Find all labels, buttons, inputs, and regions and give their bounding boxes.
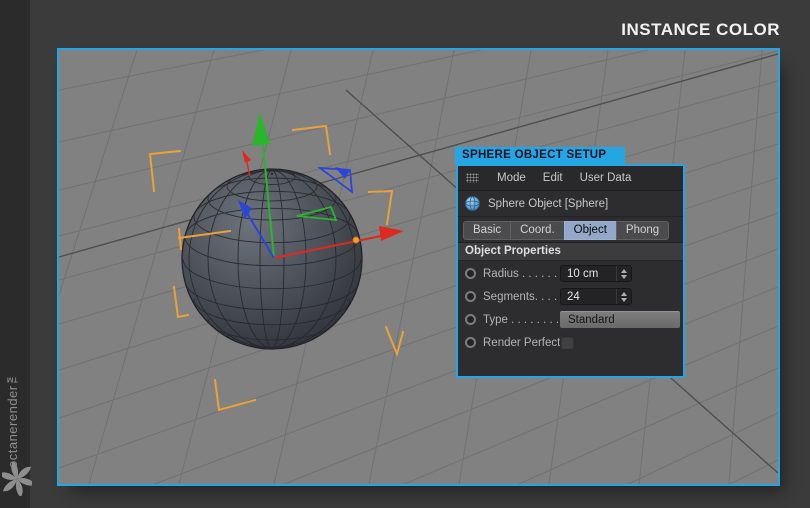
type-label: Type . . . . . . . .	[483, 314, 560, 326]
segments-input[interactable]: 24	[560, 288, 632, 305]
attributes-panel: Mode Edit User Data Sphere Object [Spher…	[456, 164, 685, 378]
object-header-row[interactable]: Sphere Object [Sphere]	[458, 191, 683, 217]
tab-object[interactable]: Object	[564, 221, 616, 240]
axis-y-arrow	[252, 112, 270, 146]
sphere-object[interactable]	[182, 169, 362, 349]
radius-label: Radius . . . . . .	[483, 268, 560, 280]
panel-menubar: Mode Edit User Data	[458, 166, 683, 191]
menu-item-edit[interactable]: Edit	[543, 172, 563, 184]
radius-input[interactable]: 10 cm	[560, 265, 632, 282]
drag-grip-icon[interactable]	[466, 173, 479, 183]
keyframe-ring-icon[interactable]	[465, 337, 476, 348]
tab-coord[interactable]: Coord.	[510, 221, 564, 240]
brand-watermark: octanerender™	[5, 330, 20, 468]
segments-stepper-arrows[interactable]	[616, 289, 631, 304]
keyframe-ring-icon[interactable]	[465, 291, 476, 302]
axis-x-arrow	[379, 226, 404, 241]
tab-phong[interactable]: Phong	[616, 221, 669, 240]
page-title: INSTANCE COLOR	[621, 20, 780, 40]
section-header: Object Properties	[458, 242, 683, 261]
render-perfect-checkbox[interactable]	[560, 335, 575, 350]
axis-x-grab-point	[353, 237, 359, 243]
menu-item-user-data[interactable]: User Data	[580, 172, 632, 184]
type-dropdown[interactable]: Standard	[560, 311, 680, 328]
keyframe-ring-icon[interactable]	[465, 268, 476, 279]
property-row-radius: Radius . . . . . . 10 cm	[458, 263, 683, 284]
keyframe-ring-icon[interactable]	[465, 314, 476, 325]
octane-tutorial-slide: { "header": { "title": "INSTANCE COLOR" …	[0, 0, 810, 508]
object-name: Sphere Object [Sphere]	[488, 198, 608, 210]
segments-label: Segments. . . .	[483, 291, 560, 303]
panel-title-tag: SPHERE OBJECT SETUP	[455, 147, 625, 164]
property-row-type: Type . . . . . . . . Standard	[458, 309, 683, 330]
render-perfect-label: Render Perfect	[483, 337, 560, 349]
radius-stepper-arrows[interactable]	[616, 266, 631, 281]
property-row-segments: Segments. . . . 24	[458, 286, 683, 307]
property-row-render-perfect: Render Perfect	[458, 332, 683, 353]
tab-basic[interactable]: Basic	[463, 221, 510, 240]
sphere-object-icon	[465, 196, 480, 211]
octane-logo-icon	[2, 462, 32, 496]
menu-item-mode[interactable]: Mode	[497, 172, 526, 184]
panel-tabs: Basic Coord. Object Phong	[458, 217, 683, 242]
